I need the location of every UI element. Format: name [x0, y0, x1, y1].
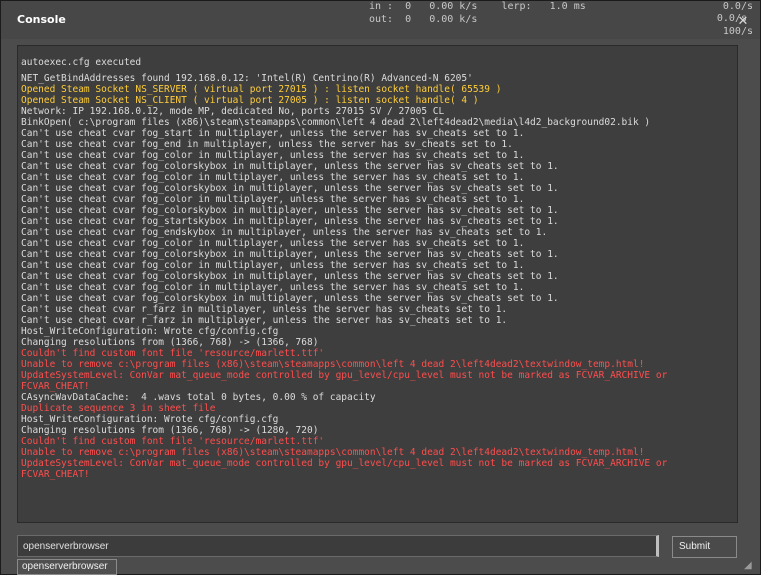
autocomplete-item[interactable]: openserverbrowser	[17, 559, 117, 575]
window-title: Console	[17, 13, 66, 26]
command-input[interactable]: openserverbrowser	[17, 535, 659, 557]
console-line: Changing resolutions from (1366, 768) ->…	[21, 425, 319, 436]
console-line: Can't use cheat cvar fog_end in multipla…	[21, 139, 513, 150]
console-line: Opened Steam Socket NS_SERVER ( virtual …	[21, 84, 502, 95]
submit-button[interactable]: Submit	[672, 536, 737, 558]
resize-grip-icon[interactable]: ◢	[744, 559, 758, 573]
console-line: CAsyncWavDataCache: 4 .wavs total 0 byte…	[21, 392, 376, 403]
console-line: Can't use cheat cvar fog_color in multip…	[21, 172, 525, 183]
console-line: Can't use cheat cvar fog_colorskybox in …	[21, 293, 559, 304]
console-line: Couldn't find custom font file 'resource…	[21, 348, 325, 359]
console-line: Host_WriteConfiguration: Wrote cfg/confi…	[21, 414, 279, 425]
console-line: UpdateSystemLevel: ConVar mat_queue_mode…	[21, 370, 668, 381]
net-graph-out: out: 0 0.00 k/s	[369, 14, 478, 25]
console-line: Can't use cheat cvar r_farz in multiplay…	[21, 315, 508, 326]
net-graph-rate-1: 0.0/s	[722, 1, 753, 12]
console-line: Couldn't find custom font file 'resource…	[21, 436, 325, 447]
close-icon[interactable]: ✕	[736, 15, 750, 29]
console-line: NET_GetBindAddresses found 192.168.0.12:…	[21, 73, 473, 84]
console-line: Can't use cheat cvar fog_colorskybox in …	[21, 183, 559, 194]
console-line: Host_WriteConfiguration: Wrote cfg/confi…	[21, 326, 279, 337]
console-log: autoexec.cfg executed NET_GetBindAddresse…	[21, 52, 723, 480]
console-line: Can't use cheat cvar fog_startskybox in …	[21, 216, 559, 227]
console-line: Can't use cheat cvar fog_colorskybox in …	[21, 161, 559, 172]
console-line: BinkOpen( c:\program files (x86)\steam\s…	[21, 117, 651, 128]
console-line: Can't use cheat cvar fog_color in multip…	[21, 260, 525, 271]
console-window: Console in : 0 0.00 k/s lerp: 1.0 ms out…	[0, 0, 761, 575]
console-line: Network: IP 192.168.0.12, mode MP, dedic…	[21, 106, 445, 117]
title-bar[interactable]: Console in : 0 0.00 k/s lerp: 1.0 ms out…	[1, 1, 760, 39]
console-line: Unable to remove c:\program files (x86)\…	[21, 359, 645, 370]
output-scrollbar[interactable]	[725, 46, 737, 522]
console-line: UpdateSystemLevel: ConVar mat_queue_mode…	[21, 458, 668, 469]
console-line: autoexec.cfg executed	[21, 57, 142, 68]
console-line: FCVAR_CHEAT!	[21, 381, 90, 392]
console-line: Opened Steam Socket NS_CLIENT ( virtual …	[21, 95, 479, 106]
console-line: Can't use cheat cvar fog_color in multip…	[21, 282, 525, 293]
console-line: Can't use cheat cvar fog_colorskybox in …	[21, 271, 559, 282]
console-line: Can't use cheat cvar fog_color in multip…	[21, 150, 525, 161]
console-line: Changing resolutions from (1366, 768) ->…	[21, 337, 319, 348]
console-line: FCVAR_CHEAT!	[21, 469, 90, 480]
console-output[interactable]: autoexec.cfg executed NET_GetBindAddresse…	[17, 45, 738, 523]
console-line: Unable to remove c:\program files (x86)\…	[21, 447, 645, 458]
console-line: Duplicate sequence 3 in sheet file	[21, 403, 216, 414]
net-graph-overlay: in : 0 0.00 k/s lerp: 1.0 ms out: 0 0.00…	[361, 1, 761, 39]
console-line: Can't use cheat cvar fog_color in multip…	[21, 238, 525, 249]
console-line: Can't use cheat cvar fog_colorskybox in …	[21, 205, 559, 216]
console-line: Can't use cheat cvar r_farz in multiplay…	[21, 304, 508, 315]
console-line: Can't use cheat cvar fog_endskybox in mu…	[21, 227, 548, 238]
console-line: Can't use cheat cvar fog_color in multip…	[21, 194, 525, 205]
console-line: Can't use cheat cvar fog_start in multip…	[21, 128, 525, 139]
net-graph-in: in : 0 0.00 k/s lerp: 1.0 ms	[369, 1, 586, 12]
console-line: Can't use cheat cvar fog_colorskybox in …	[21, 249, 559, 260]
